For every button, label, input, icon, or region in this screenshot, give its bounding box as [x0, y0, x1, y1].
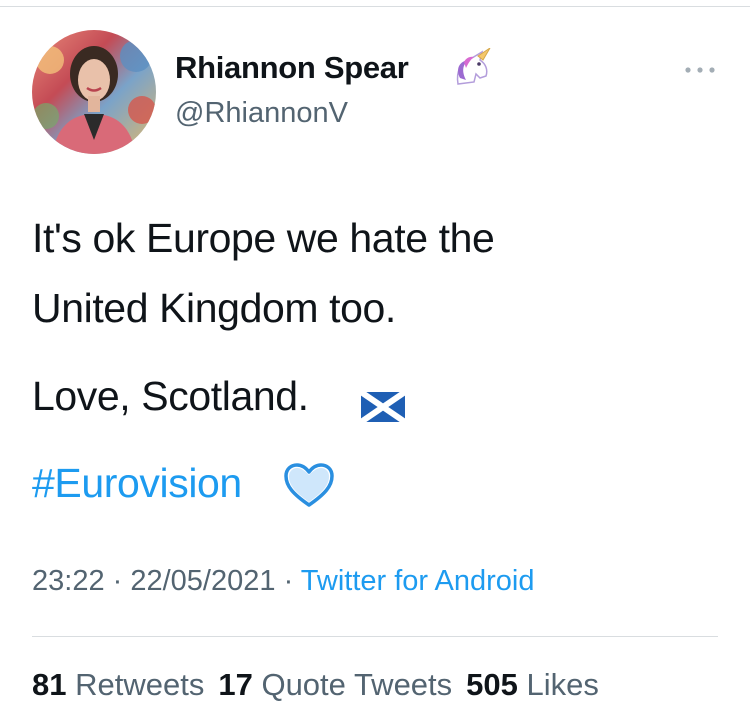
- display-name[interactable]: Rhiannon Spear: [175, 50, 409, 86]
- tweet-date: 22/05/2021: [130, 565, 276, 597]
- tweet-time: 23:22: [32, 565, 105, 597]
- more-horizontal-icon[interactable]: [682, 60, 718, 80]
- likes-count: 505: [466, 667, 518, 702]
- tweet-metadata: 23:22 · 22/05/2021 · Twitter for Android: [32, 567, 534, 596]
- hashtag-link[interactable]: #Eurovision: [32, 463, 242, 504]
- top-divider: [0, 6, 750, 7]
- tweet-text-line-3: Love, Scotland.: [32, 373, 309, 419]
- blue-heart-icon: [284, 463, 334, 507]
- meta-separator: ·: [104, 565, 131, 597]
- likes-stat[interactable]: 505 Likes: [466, 669, 599, 700]
- tweet-source-link[interactable]: Twitter for Android: [301, 565, 535, 597]
- retweets-label: Retweets: [75, 667, 205, 702]
- profile-photo: [32, 30, 156, 154]
- engagement-stats: 81 Retweets 17 Quote Tweets 505 Likes: [32, 669, 613, 700]
- meta-separator-2: ·: [275, 565, 301, 597]
- quote-tweets-stat[interactable]: 17 Quote Tweets: [218, 669, 452, 700]
- quote-tweets-label: Quote Tweets: [261, 667, 453, 702]
- stats-divider: [32, 636, 718, 637]
- likes-label: Likes: [526, 667, 599, 702]
- avatar[interactable]: [32, 30, 156, 154]
- unicorn-emoji-icon: [456, 48, 491, 85]
- retweets-stat[interactable]: 81 Retweets: [32, 669, 204, 700]
- tweet-text-line-1: It's ok Europe we hate the: [32, 215, 495, 261]
- quote-tweets-count: 17: [218, 667, 253, 702]
- scotland-flag-icon: [361, 392, 405, 422]
- user-handle[interactable]: @RhiannonV: [175, 97, 348, 130]
- retweets-count: 81: [32, 667, 67, 702]
- tweet-text-line-2: United Kingdom too.: [32, 285, 396, 331]
